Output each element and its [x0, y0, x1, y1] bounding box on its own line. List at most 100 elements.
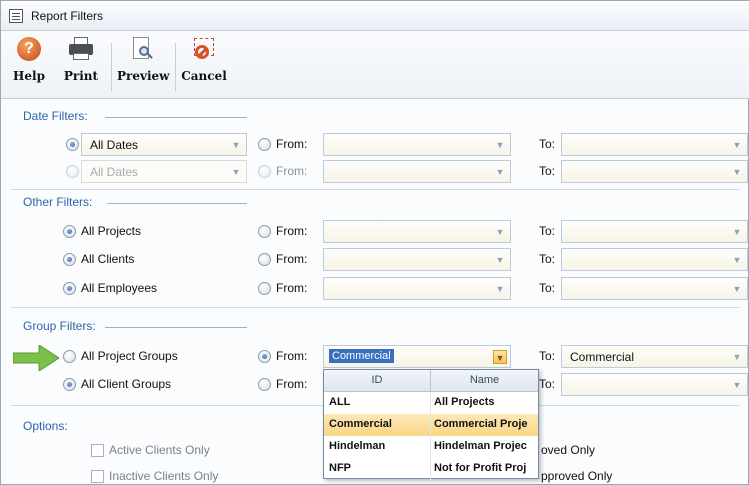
projects-from-combo[interactable]: ▼ [323, 220, 511, 243]
row-name: Not for Profit Proj [434, 462, 527, 474]
chevron-down-icon[interactable]: ▼ [730, 165, 744, 179]
toolbar-separator [111, 43, 112, 91]
date-from-radio[interactable] [258, 138, 271, 151]
all-client-groups-label: All Client Groups [81, 377, 172, 391]
dropdown-row-selected[interactable]: Commercial Commercial Proje [324, 414, 538, 436]
preview-button[interactable]: Preview [117, 37, 169, 83]
dropdown-row[interactable]: Hindelman Hindelman Projec [324, 436, 538, 458]
second-date-range-combo[interactable]: All Dates ▼ [81, 160, 247, 183]
all-project-groups-label: All Project Groups [81, 349, 178, 363]
chevron-down-icon[interactable]: ▼ [493, 350, 507, 364]
all-client-groups-radio[interactable] [63, 378, 76, 391]
section-line [105, 327, 247, 328]
client-groups-from-radio[interactable] [258, 378, 271, 391]
projects-to-combo[interactable]: ▼ [561, 220, 748, 243]
chevron-down-icon[interactable]: ▼ [493, 225, 507, 239]
project-groups-to-combo[interactable]: Commercial ▼ [561, 345, 748, 368]
cancel-button[interactable]: Cancel [181, 37, 227, 83]
chevron-down-icon[interactable]: ▼ [730, 350, 744, 364]
to-label: To: [539, 252, 556, 266]
project-groups-from-radio[interactable] [258, 350, 271, 363]
section-line [105, 117, 247, 118]
inactive-clients-checkbox[interactable] [91, 470, 104, 483]
second-date-from-radio[interactable] [258, 165, 271, 178]
dropdown-header: ID Name [324, 370, 538, 392]
to-label: To: [539, 377, 556, 391]
project-groups-from-value[interactable]: Commercial [329, 349, 394, 363]
chevron-down-icon[interactable]: ▼ [229, 138, 243, 152]
from-label: From: [276, 281, 308, 295]
project-groups-dropdown[interactable]: ID Name ALL All Projects Commercial Comm… [323, 369, 539, 480]
dropdown-row[interactable]: NFP Not for Profit Proj [324, 458, 538, 480]
all-employees-label: All Employees [81, 281, 158, 295]
all-projects-radio[interactable] [63, 225, 76, 238]
clients-from-radio[interactable] [258, 253, 271, 266]
to-label: To: [539, 224, 556, 238]
row-id: Commercial [329, 418, 392, 430]
report-icon [9, 9, 23, 23]
all-clients-radio[interactable] [63, 253, 76, 266]
from-label: From: [276, 137, 308, 151]
date-from-combo[interactable]: ▼ [323, 133, 511, 156]
second-date-range-value: All Dates [90, 165, 139, 179]
employees-to-combo[interactable]: ▼ [561, 277, 748, 300]
projects-from-radio[interactable] [258, 225, 271, 238]
to-label: To: [539, 281, 556, 295]
chevron-down-icon[interactable]: ▼ [493, 165, 507, 179]
chevron-down-icon[interactable]: ▼ [229, 165, 243, 179]
from-label: From: [276, 252, 308, 266]
cancel-label: Cancel [181, 69, 227, 83]
from-label: From: [276, 349, 308, 363]
clients-to-combo[interactable]: ▼ [561, 248, 748, 271]
chevron-down-icon[interactable]: ▼ [493, 253, 507, 267]
name-column-header[interactable]: Name [431, 374, 538, 386]
chevron-down-icon[interactable]: ▼ [730, 378, 744, 392]
print-button[interactable]: Print [63, 37, 99, 83]
chevron-down-icon[interactable]: ▼ [730, 225, 744, 239]
employees-from-radio[interactable] [258, 282, 271, 295]
chevron-down-icon[interactable]: ▼ [730, 282, 744, 296]
group-filters-title: Group Filters: [23, 319, 96, 333]
active-clients-checkbox[interactable] [91, 444, 104, 457]
to-label: To: [539, 164, 556, 178]
chevron-down-icon[interactable]: ▼ [493, 138, 507, 152]
other-filters-title: Other Filters: [23, 195, 93, 209]
employees-from-combo[interactable]: ▼ [323, 277, 511, 300]
date-to-combo[interactable]: ▼ [561, 133, 748, 156]
help-label: Help [13, 69, 45, 83]
all-employees-radio[interactable] [63, 282, 76, 295]
print-label: Print [63, 69, 99, 83]
row-id: ALL [329, 396, 351, 408]
date-range-value: All Dates [90, 138, 139, 152]
second-date-from-combo[interactable]: ▼ [323, 160, 511, 183]
project-groups-from-combo[interactable]: Commercial ▼ [323, 345, 511, 368]
all-dates-radio[interactable] [66, 138, 79, 151]
report-filters-window: Report Filters ? Help Print Preview Canc… [0, 0, 749, 485]
chevron-down-icon[interactable]: ▼ [730, 253, 744, 267]
chevron-down-icon[interactable]: ▼ [730, 138, 744, 152]
id-column-header[interactable]: ID [324, 374, 430, 386]
row-name: Commercial Proje [434, 418, 528, 430]
date-filters-title: Date Filters: [23, 109, 88, 123]
chevron-down-icon[interactable]: ▼ [493, 282, 507, 296]
printer-icon [68, 37, 94, 61]
approved-only-label: oved Only [541, 443, 596, 457]
date-range-combo[interactable]: All Dates ▼ [81, 133, 247, 156]
dropdown-row[interactable]: ALL All Projects [324, 392, 538, 414]
from-label: From: [276, 164, 308, 178]
inactive-clients-label: Inactive Clients Only [109, 469, 219, 483]
unapproved-only-label: pproved Only [541, 469, 613, 483]
from-label: From: [276, 224, 308, 238]
window-title: Report Filters [31, 9, 104, 23]
project-groups-to-value: Commercial [570, 350, 635, 364]
second-dates-radio[interactable] [66, 165, 79, 178]
options-title: Options: [23, 419, 68, 433]
second-date-to-combo[interactable]: ▼ [561, 160, 748, 183]
clients-from-combo[interactable]: ▼ [323, 248, 511, 271]
divider [11, 307, 740, 308]
client-groups-to-combo[interactable]: ▼ [561, 373, 748, 396]
all-project-groups-radio[interactable] [63, 350, 76, 363]
help-button[interactable]: ? Help [11, 37, 47, 83]
section-line [107, 203, 247, 204]
to-label: To: [539, 349, 556, 363]
